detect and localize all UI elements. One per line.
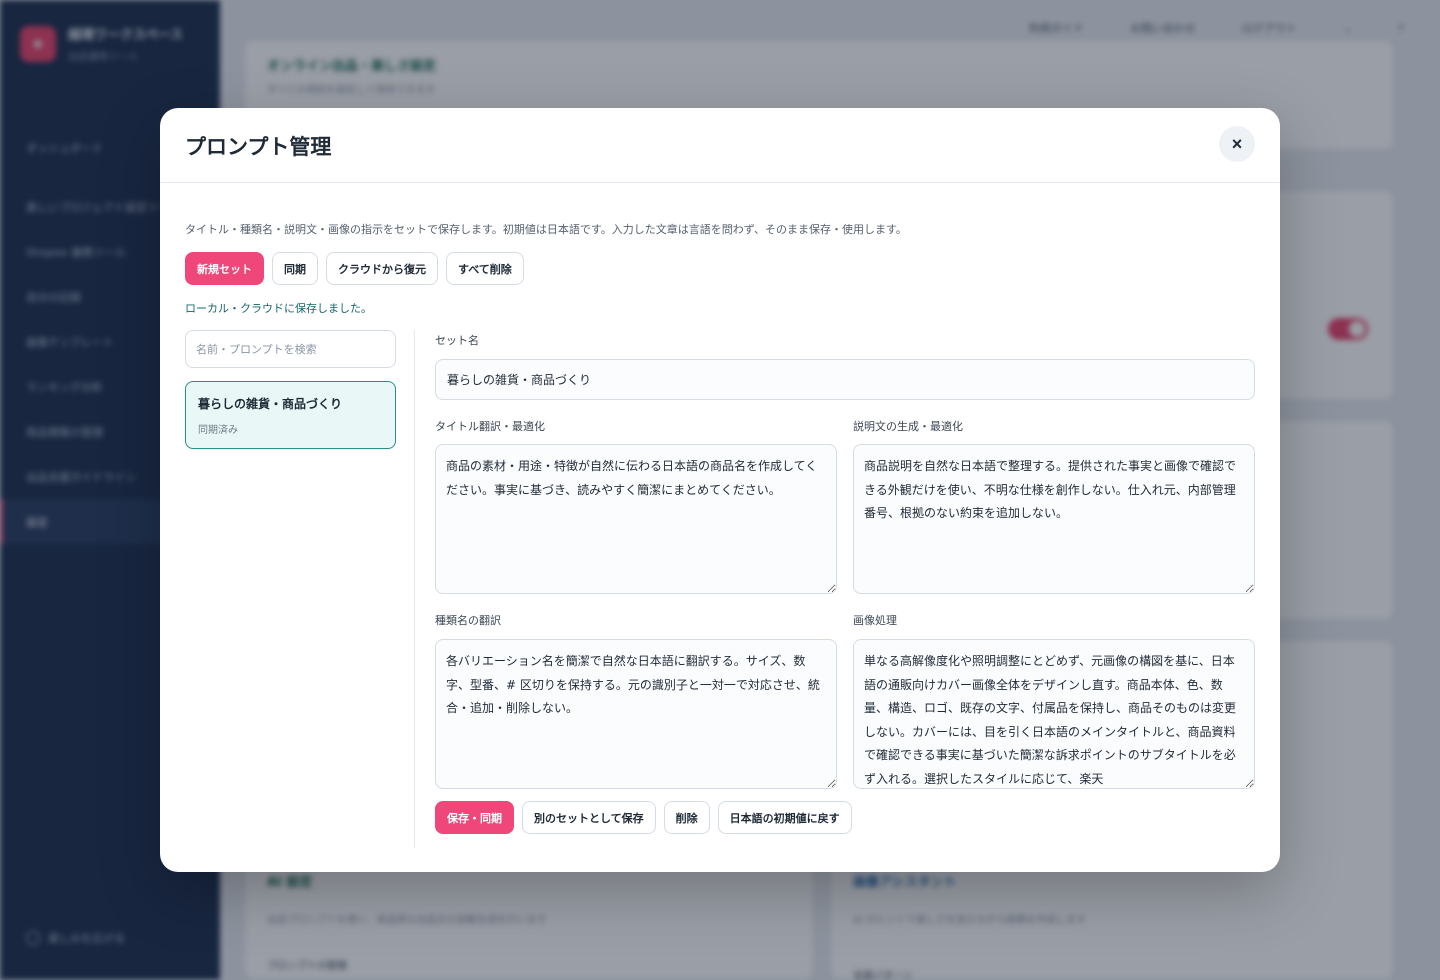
close-icon: × (1231, 133, 1243, 154)
title-prompt-textarea[interactable]: 商品の素材・用途・特徴が自然に伝わる日本語の商品名を作成してください。事実に基づ… (435, 444, 837, 594)
set-list-panel: 暮らしの雑貨・商品づくり 同期済み (185, 330, 396, 449)
description-prompt-textarea[interactable]: 商品説明を自然な日本語で整理する。提供された事実と画像で確認できる外観だけを使い… (853, 444, 1255, 594)
delete-all-button[interactable]: すべて削除 (446, 252, 524, 285)
panel-divider (414, 330, 415, 848)
restore-from-cloud-button[interactable]: クラウドから復元 (326, 252, 438, 285)
title-prompt-label: タイトル翻訳・最適化 (435, 420, 545, 433)
sync-button[interactable]: 同期 (272, 252, 318, 285)
modal-toolbar: 新規セット 同期 クラウドから復元 すべて削除 (185, 252, 524, 285)
modal-header: プロンプト管理 × (160, 108, 1280, 183)
image-prompt-textarea[interactable]: 単なる高解像度化や照明調整にとどめず、元画像の構図を基に、日本語の通販向けカバー… (853, 639, 1255, 789)
delete-button[interactable]: 削除 (663, 801, 710, 834)
set-name: 暮らしの雑貨・商品づくり (198, 397, 343, 411)
variant-prompt-textarea[interactable]: 各バリエーション名を簡潔で自然な日本語に翻訳する。サイズ、数字、型番、# 区切り… (435, 639, 837, 789)
reset-defaults-button[interactable]: 日本語の初期値に戻す (717, 801, 852, 834)
image-prompt-label: 画像処理 (853, 614, 897, 627)
close-button[interactable]: × (1219, 126, 1255, 162)
variant-prompt-label: 種類名の翻訳 (435, 614, 501, 627)
editor-actions: 保存・同期 別のセットとして保存 削除 日本語の初期値に戻す (435, 801, 852, 834)
set-name-label: セット名 (435, 334, 479, 347)
modal-description: タイトル・種類名・説明文・画像の指示をセットで保存します。初期値は日本語です。入… (185, 223, 907, 236)
prompt-manager-dialog: プロンプト管理 × タイトル・種類名・説明文・画像の指示をセットで保存します。初… (160, 108, 1280, 872)
save-as-new-set-button[interactable]: 別のセットとして保存 (522, 801, 656, 834)
search-input[interactable] (185, 330, 396, 368)
save-status-message: ローカル・クラウドに保存しました。 (185, 302, 372, 315)
new-set-button[interactable]: 新規セット (185, 252, 264, 285)
set-sync-status: 同期済み (198, 425, 238, 436)
description-prompt-label: 説明文の生成・最適化 (853, 420, 963, 433)
set-list-item[interactable]: 暮らしの雑貨・商品づくり 同期済み (185, 381, 396, 449)
set-name-input[interactable] (435, 359, 1255, 400)
modal-title: プロンプト管理 (185, 135, 332, 159)
save-sync-button[interactable]: 保存・同期 (435, 801, 514, 834)
